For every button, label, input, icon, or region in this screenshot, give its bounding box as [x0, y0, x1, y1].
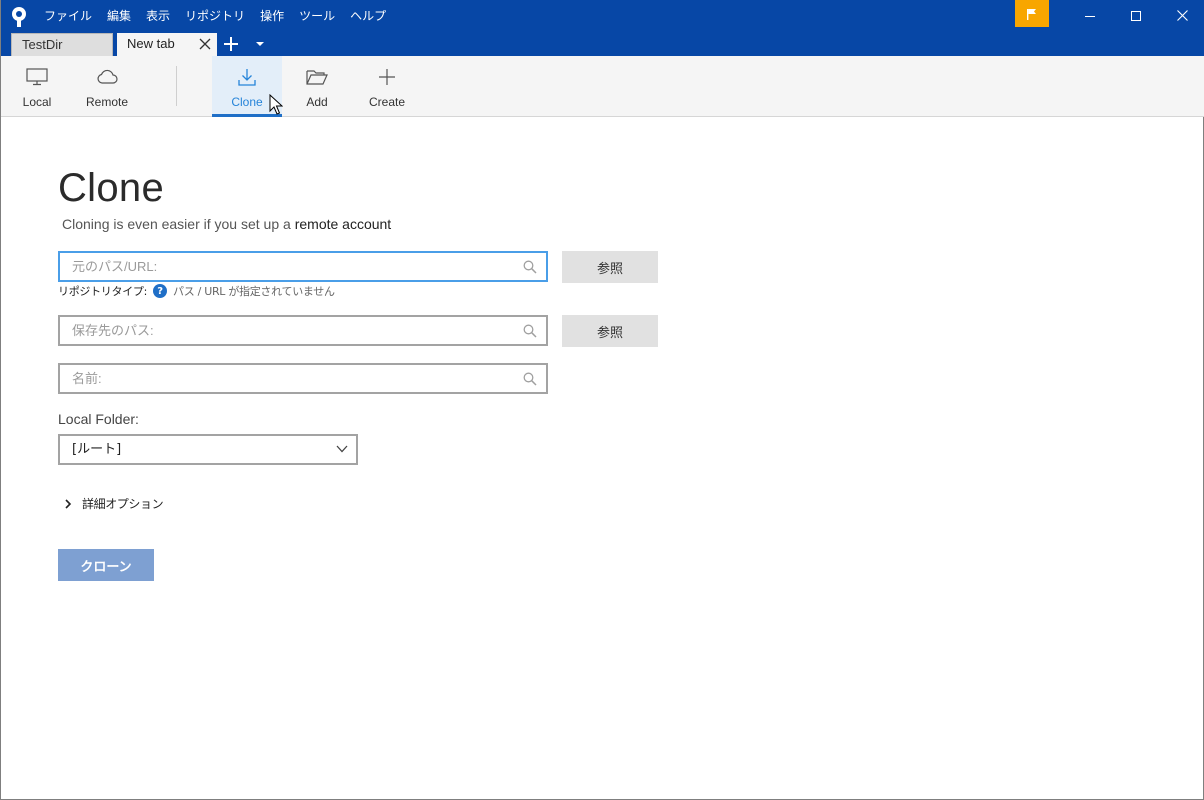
create-label: Create: [368, 95, 406, 109]
local-label: Local: [22, 95, 52, 109]
advanced-options-label: 詳細オプション: [82, 497, 164, 511]
tab-dropdown-icon[interactable]: [254, 40, 266, 48]
menu-view[interactable]: 表示: [146, 6, 170, 26]
create-button[interactable]: Create: [352, 56, 422, 116]
repository-type-value: パス / URL が指定されていません: [173, 285, 335, 298]
remote-button[interactable]: Remote: [72, 56, 142, 116]
title-bar: ファイル 編集 表示 リポジトリ 操作 ツール ヘルプ TestDir New …: [1, 0, 1204, 56]
chevron-right-icon: [65, 498, 72, 509]
cloud-icon: [97, 69, 118, 84]
menu-tools[interactable]: ツール: [299, 6, 335, 26]
add-button[interactable]: Add: [282, 56, 352, 116]
local-folder-label: Local Folder:: [58, 411, 139, 427]
sourcetree-logo-icon: [12, 7, 26, 27]
local-folder-select[interactable]: [ルート]: [58, 434, 358, 465]
minimize-icon: [1085, 15, 1095, 17]
search-icon: [523, 324, 537, 338]
flag-button[interactable]: [1015, 0, 1049, 27]
local-folder-value: [ルート]: [72, 442, 122, 457]
menu-edit[interactable]: 編集: [107, 6, 131, 26]
maximize-button[interactable]: [1113, 0, 1159, 31]
menu-bar: ファイル 編集 表示 リポジトリ 操作 ツール ヘルプ: [44, 6, 401, 26]
help-icon[interactable]: ?: [153, 284, 168, 298]
chevron-down-icon: [336, 445, 348, 453]
close-button[interactable]: [1159, 0, 1204, 31]
toolbar: Local Remote Clone Add Create: [1, 56, 1204, 117]
browse-source-button[interactable]: 参照: [562, 251, 658, 283]
local-button[interactable]: Local: [2, 56, 72, 116]
menu-help[interactable]: ヘルプ: [350, 6, 386, 26]
destination-path-field[interactable]: [58, 315, 548, 346]
tab-label: New tab: [127, 36, 175, 51]
app-window: ファイル 編集 表示 リポジトリ 操作 ツール ヘルプ TestDir New …: [0, 0, 1204, 800]
name-field[interactable]: [58, 363, 548, 394]
maximize-icon: [1131, 10, 1141, 21]
tab-label: TestDir: [22, 37, 63, 52]
tab-testdir[interactable]: TestDir: [11, 33, 113, 56]
clone-button[interactable]: クローン: [58, 549, 154, 581]
folder-open-icon: [306, 70, 328, 85]
remote-account-link[interactable]: remote account: [295, 216, 392, 232]
add-label: Add: [306, 95, 328, 109]
tab-close-icon[interactable]: [199, 38, 211, 50]
repository-type-info: リポジトリタイプ: ? パス / URL が指定されていません: [58, 283, 335, 299]
subtitle: Cloning is even easier if you set up a r…: [62, 216, 391, 232]
menu-file[interactable]: ファイル: [44, 6, 92, 26]
name-input[interactable]: [60, 365, 500, 392]
destination-path-input[interactable]: [60, 317, 500, 344]
advanced-options-toggle[interactable]: 詳細オプション: [64, 495, 164, 512]
toolbar-separator: [176, 66, 177, 106]
browse-destination-button[interactable]: 参照: [562, 315, 658, 347]
search-icon: [523, 260, 537, 274]
page-title: Clone: [58, 166, 165, 210]
flag-icon: [1027, 8, 1036, 20]
subtitle-text: Cloning is even easier if you set up a: [62, 216, 295, 232]
repository-type-label: リポジトリタイプ:: [58, 285, 148, 298]
clone-label: Clone: [231, 95, 263, 109]
add-tab-icon[interactable]: [221, 34, 241, 54]
close-icon: [1176, 10, 1188, 21]
source-url-input[interactable]: [60, 253, 500, 280]
plus-icon: [379, 69, 395, 85]
menu-repository[interactable]: リポジトリ: [185, 6, 245, 26]
menu-actions[interactable]: 操作: [260, 6, 284, 26]
download-icon: [238, 69, 256, 86]
search-icon: [523, 372, 537, 386]
remote-label: Remote: [85, 95, 129, 109]
tab-new-tab[interactable]: New tab: [117, 33, 217, 56]
minimize-button[interactable]: [1067, 0, 1113, 31]
source-url-field[interactable]: [58, 251, 548, 282]
monitor-icon: [26, 68, 48, 86]
mouse-cursor-icon: [269, 94, 283, 115]
